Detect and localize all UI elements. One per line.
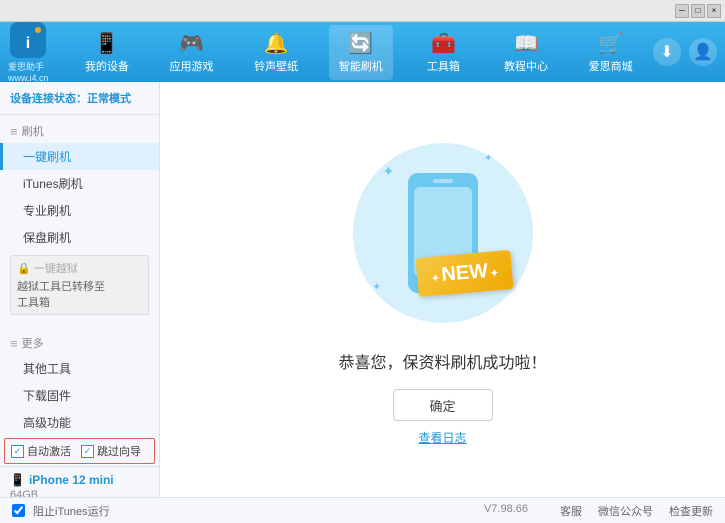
phone-icon: 📱 xyxy=(10,473,25,487)
device-name: 📱 iPhone 12 mini xyxy=(10,473,149,487)
auto-detect-label: 自动激活 xyxy=(27,443,71,459)
learn-more-link[interactable]: 查看日志 xyxy=(418,429,466,446)
minimize-btn[interactable]: ─ xyxy=(675,4,689,18)
footer-right: V7.98.66 客服 微信公众号 检查更新 xyxy=(484,503,713,519)
sparkle-1: ✦ xyxy=(383,163,395,180)
my-device-label: 我的设备 xyxy=(85,58,129,74)
close-btn[interactable]: × xyxy=(707,4,721,18)
nav-tutorial[interactable]: 📖 教程中心 xyxy=(494,25,558,80)
footer: 阻止iTunes运行 V7.98.66 客服 微信公众号 检查更新 xyxy=(0,497,725,523)
new-badge: NEW xyxy=(416,250,514,297)
more-icon: ≡ xyxy=(10,336,18,351)
nav-toolbox[interactable]: 🧰 工具箱 xyxy=(413,25,473,80)
sidebar-one-click-flash[interactable]: 一键刷机 xyxy=(0,143,159,170)
ringtone-icon: 🔔 xyxy=(264,31,289,56)
wechat-link[interactable]: 微信公众号 xyxy=(598,503,653,519)
device-storage: 64GB xyxy=(10,489,149,497)
sidebar-pro-flash[interactable]: 专业刷机 xyxy=(0,197,159,224)
flash-icon: ≡ xyxy=(10,124,18,139)
svg-text:i: i xyxy=(26,35,30,52)
nav-items: 📱 我的设备 🎮 应用游戏 🔔 铃声壁纸 🔄 智能刷机 🧰 工具箱 📖 教程中心… xyxy=(65,25,653,80)
skip-wizard-label: 跳过向导 xyxy=(97,443,141,459)
my-device-icon: 📱 xyxy=(94,31,119,56)
confirm-button[interactable]: 确定 xyxy=(393,389,493,421)
logo-icon: i xyxy=(10,22,46,58)
stop-itunes-label: 阻止iTunes运行 xyxy=(33,503,110,519)
support-link[interactable]: 客服 xyxy=(560,503,582,519)
ringtone-label: 铃声壁纸 xyxy=(254,58,298,74)
nav-smart-flash[interactable]: 🔄 智能刷机 xyxy=(329,25,393,80)
sidebar: 设备连接状态：正常模式 ≡ 刷机 一键刷机 iTunes刷机 专业刷机 保盘刷机… xyxy=(0,82,160,497)
sidebar-advanced[interactable]: 高级功能 xyxy=(0,409,159,436)
sidebar-download-firmware[interactable]: 下载固件 xyxy=(0,382,159,409)
device-info: 📱 iPhone 12 mini 64GB Down-12mini-13,1 xyxy=(0,466,159,497)
flash-section: ≡ 刷机 一键刷机 iTunes刷机 专业刷机 保盘刷机 xyxy=(0,119,159,251)
sparkle-3: ✦ xyxy=(373,282,381,293)
window-controls: ─ □ × xyxy=(675,4,721,18)
skip-wizard-checkbox[interactable]: ✓ 跳过向导 xyxy=(81,443,141,459)
more-section: ≡ 更多 其他工具 下载固件 高级功能 xyxy=(0,331,159,436)
maximize-btn[interactable]: □ xyxy=(691,4,705,18)
more-section-header: ≡ 更多 xyxy=(0,331,159,355)
app-logo: i 爱思助手 www.i4.cn xyxy=(8,22,49,83)
tutorial-icon: 📖 xyxy=(514,31,539,56)
auto-detect-checkbox[interactable]: ✓ 自动激活 xyxy=(11,443,71,459)
tutorial-label: 教程中心 xyxy=(504,58,548,74)
version-label: V7.98.66 xyxy=(484,503,528,519)
stop-itunes-checkbox[interactable] xyxy=(12,504,25,517)
toolbox-icon: 🧰 xyxy=(431,31,456,56)
logo-text: 爱思助手 www.i4.cn xyxy=(8,60,49,83)
main-area: 设备连接状态：正常模式 ≡ 刷机 一键刷机 iTunes刷机 专业刷机 保盘刷机… xyxy=(0,82,725,497)
phone-illustration: ✦ ✦ ✦ NEW xyxy=(343,133,543,333)
nav-app-game[interactable]: 🎮 应用游戏 xyxy=(159,25,223,80)
auto-detect-box: ✓ xyxy=(11,445,24,458)
connection-status: 设备连接状态：正常模式 xyxy=(0,82,159,115)
smart-flash-label: 智能刷机 xyxy=(339,58,383,74)
nav-ringtone[interactable]: 🔔 铃声壁纸 xyxy=(244,25,308,80)
purchase-icon: 🛒 xyxy=(598,31,623,56)
sidebar-other-tools[interactable]: 其他工具 xyxy=(0,355,159,382)
check-update-link[interactable]: 检查更新 xyxy=(669,503,713,519)
nav-my-device[interactable]: 📱 我的设备 xyxy=(75,25,139,80)
content-area: ✦ ✦ ✦ NEW 恭喜您，保资料刷机成功啦！ 确定 查看日志 xyxy=(160,82,725,497)
sidebar-save-flash[interactable]: 保盘刷机 xyxy=(0,224,159,251)
sparkle-2: ✦ xyxy=(484,153,492,164)
title-bar: ─ □ × xyxy=(0,0,725,22)
skip-wizard-box: ✓ xyxy=(81,445,94,458)
nav-purchase[interactable]: 🛒 爱思商城 xyxy=(579,25,643,80)
user-btn[interactable]: 👤 xyxy=(689,38,717,66)
success-text: 恭喜您，保资料刷机成功啦！ xyxy=(338,349,546,373)
nav-right-buttons: ⬇ 👤 xyxy=(653,38,717,66)
app-game-label: 应用游戏 xyxy=(169,58,213,74)
phone-speaker xyxy=(433,179,453,183)
checkboxes-row: ✓ 自动激活 ✓ 跳过向导 xyxy=(4,438,155,464)
toolbox-label: 工具箱 xyxy=(427,58,460,74)
purchase-label: 爱思商城 xyxy=(589,58,633,74)
flash-section-header: ≡ 刷机 xyxy=(0,119,159,143)
app-game-icon: 🎮 xyxy=(179,31,204,56)
smart-flash-icon: 🔄 xyxy=(348,31,373,56)
sidebar-itunes-flash[interactable]: iTunes刷机 xyxy=(0,170,159,197)
footer-left: 阻止iTunes运行 xyxy=(12,503,484,519)
download-btn[interactable]: ⬇ xyxy=(653,38,681,66)
jailbreak-notice: 🔒 一键越狱 越狱工具已转移至 工具箱 xyxy=(10,255,149,315)
lock-icon: 🔒 xyxy=(17,262,31,275)
nav-bar: i 爱思助手 www.i4.cn 📱 我的设备 🎮 应用游戏 🔔 铃声壁纸 🔄 … xyxy=(0,22,725,82)
phone-circle-bg: ✦ ✦ ✦ NEW xyxy=(353,143,533,323)
